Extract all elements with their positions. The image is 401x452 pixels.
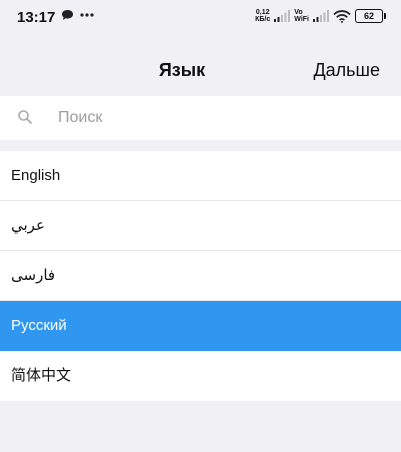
status-time: 13:17 [17,9,56,26]
network-speed-value: 0,12 [255,9,270,16]
search-input[interactable] [58,104,378,132]
vowifi-top: Vo [294,9,303,16]
language-label: عربي [11,217,45,234]
language-item-russian[interactable]: Русский [0,301,401,351]
page-title: Язык [158,60,206,80]
search-icon [18,110,32,124]
language-label: فارسی [11,267,56,284]
nav-bar: Язык Дальше [0,40,401,96]
search-bar[interactable] [0,96,401,140]
more-dots-icon [80,13,94,17]
network-speed-unit: КБ/с [255,16,271,23]
wifi-icon [333,9,351,23]
signal-icon [274,10,291,22]
network-speed: 0,12 КБ/с [255,9,270,23]
language-item-arabic[interactable]: عربي [0,201,401,251]
battery-icon: 62 [355,9,386,23]
status-bar: 13:17 0,12 КБ/с Vo WiFi 62 [0,0,401,40]
status-left-icons [61,9,94,21]
next-button[interactable]: Дальше [313,60,380,81]
language-label: English [11,167,61,184]
signal-icon-2 [313,10,329,22]
language-item-chinese[interactable]: 简体中文 [0,351,401,401]
language-label: Русский [11,317,67,334]
language-item-persian[interactable]: فارسی [0,251,401,301]
chat-bubble-icon [62,10,73,20]
status-right-icons: 0,12 КБ/с Vo WiFi 62 [255,9,386,23]
vowifi-bottom: WiFi [294,16,309,23]
language-item-english[interactable]: English [0,151,401,201]
vowifi-label: Vo WiFi [294,9,309,23]
language-label: 简体中文 [11,367,72,384]
language-list: English عربي فارسی Русский 简体中文 [0,151,401,401]
